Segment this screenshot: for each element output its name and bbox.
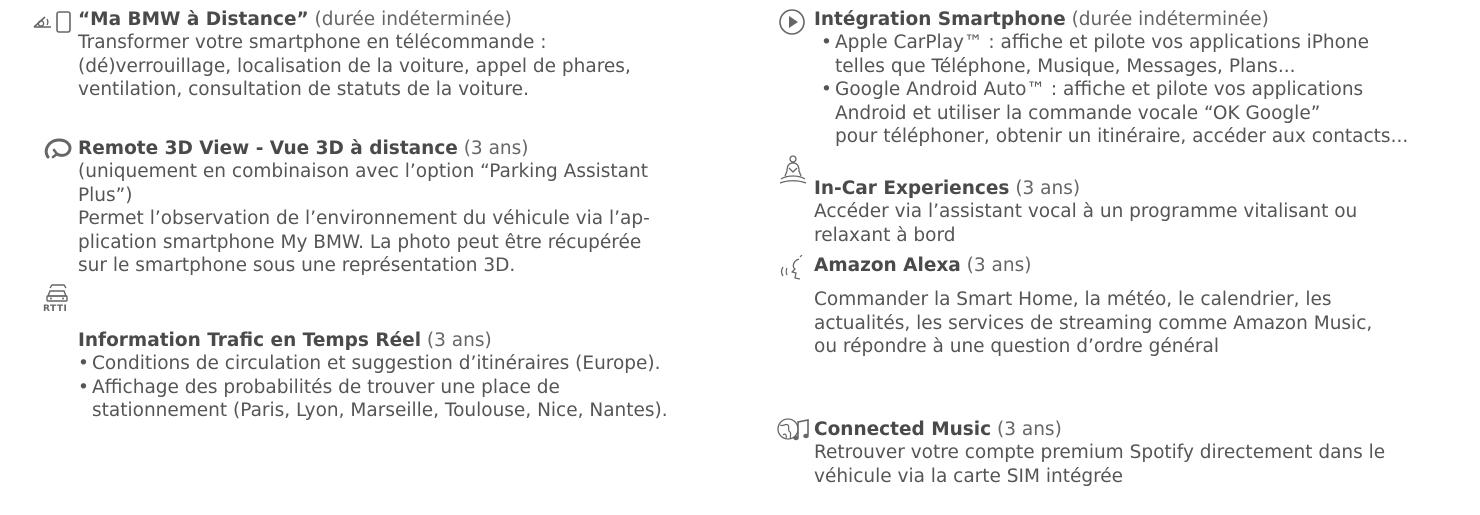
remote-3d-line-2: Plus”) [78,184,133,206]
rtti-bullet-1-text: Conditions de circulation et suggestion … [92,353,661,374]
music-duration: (3 ans) [991,419,1062,440]
voice-icon [778,255,808,283]
smartphone-bullet-1-cont: telles que Téléphone, Musique, Messages,… [835,55,1296,77]
bullet-mark: • [821,32,832,53]
remote-3d-line-5: sur le smartphone sous une représentatio… [78,255,516,276]
music-heading: Connected Music (3 ans) [814,418,1385,441]
smartphone-bullet-2-cont-1: Android et utiliser la commande vocale “… [835,102,1321,124]
smartphone-bullet-1-text: Apple CarPlay™ : affiche et pilote vos a… [835,32,1370,53]
remote-3d-line-3: Permet l’observation de l’environnement … [78,208,650,229]
music-line-2: véhicule via la carte SIM intégrée [814,465,1124,487]
remote-3d-line-4: plication smartphone My BMW. La photo pe… [78,231,642,253]
remote-3d-line-1: (uniquement en combinaison avec l’option… [78,161,648,182]
alexa-heading: Amazon Alexa (3 ans) [814,254,1372,277]
alexa-section: Amazon Alexa (3 ans) Commander la Smart … [814,254,1372,359]
smartphone-bullet-2-cont-2: pour téléphoner, obtenir un itinéraire, … [835,126,1409,147]
ma-bmw-line-3: ventilation, consultation de statuts de … [78,79,529,100]
smartphone-heading: Intégration Smartphone (durée indétermin… [814,8,1408,31]
rtti-heading: Information Trafic en Temps Réel (3 ans) [78,329,668,352]
smartphone-title: Intégration Smartphone [814,9,1066,30]
smartphone-bullet-2-text: Google Android Auto™ : affiche et pilote… [835,79,1364,100]
globe-music-icon [776,416,810,444]
play-circle-icon [778,8,806,36]
music-section: Connected Music (3 ans) Retrouver votre … [814,418,1385,488]
incar-duration: (3 ans) [1009,178,1081,199]
remote-phone-icon [32,10,74,34]
rtti-bullet-2-cont: stationnement (Paris, Lyon, Marseille, T… [92,400,668,421]
smartphone-bullet-2: • Google Android Auto™ : affiche et pilot… [821,78,1408,102]
smartphone-section: Intégration Smartphone (durée indétermin… [814,8,1408,149]
remote-3d-title: Remote 3D View - Vue 3D à distance [78,138,458,159]
music-line-1: Retrouver votre compte premium Spotify d… [814,442,1386,463]
bullet-mark: • [78,376,89,398]
incar-title: In-Car Experiences [814,178,1010,199]
incar-heading: In-Car Experiences (3 ans) [814,177,1357,200]
rtti-bullet-1: • Conditions de circulation et suggestion… [78,352,668,376]
remote-3d-section: Remote 3D View - Vue 3D à distance (3 an… [78,137,650,278]
alexa-line-1: Commander la Smart Home, la météo, le ca… [814,289,1332,310]
ma-bmw-duration: (durée indéterminée) [308,9,512,30]
incar-line-1: Accéder via l’assistant vocal à un progr… [814,201,1358,222]
rtti-duration: (3 ans) [421,330,492,351]
ma-bmw-section: “Ma BMW à Distance” (durée indéterminée)… [78,8,631,102]
ma-bmw-title: “Ma BMW à Distance” [78,9,309,30]
ma-bmw-line-1: Transformer votre smartphone en télécomm… [78,32,547,53]
smartphone-bullet-1: • Apple CarPlay™ : affiche et pilote vos … [821,31,1408,55]
smartphone-duration: (durée indéterminée) [1065,9,1269,30]
rtti-title: Information Trafic en Temps Réel [78,330,422,351]
music-title: Connected Music [814,419,992,440]
alexa-line-2: actualités, les services de streaming co… [814,312,1373,334]
alexa-line-3: ou répondre à une question d’ordre génér… [814,336,1219,357]
bullet-mark: • [78,353,89,374]
bullet-mark: • [821,79,832,100]
alexa-title: Amazon Alexa [814,255,961,276]
rtti-bullet-2-text: Affichage des probabilités de trouver un… [92,376,560,398]
rtti-section: Information Trafic en Temps Réel (3 ans)… [78,329,668,423]
rotate-3d-icon [44,137,74,161]
remote-3d-duration: (3 ans) [457,138,529,159]
incar-section: In-Car Experiences (3 ans) Accéder via l… [814,177,1357,247]
alexa-duration: (3 ans) [960,255,1032,276]
ma-bmw-heading: “Ma BMW à Distance” (durée indéterminée) [78,8,631,31]
rtti-icon-label: RTTI [43,304,68,314]
meditation-icon [776,154,810,188]
car-traffic-icon: RTTI [40,284,76,318]
ma-bmw-line-2: (dé)verrouillage, localisation de la voi… [78,55,631,77]
rtti-bullet-2: • Affichage des probabilités de trouver u… [78,376,668,400]
incar-line-2: relaxant à bord [814,224,956,246]
remote-3d-heading: Remote 3D View - Vue 3D à distance (3 an… [78,137,650,160]
